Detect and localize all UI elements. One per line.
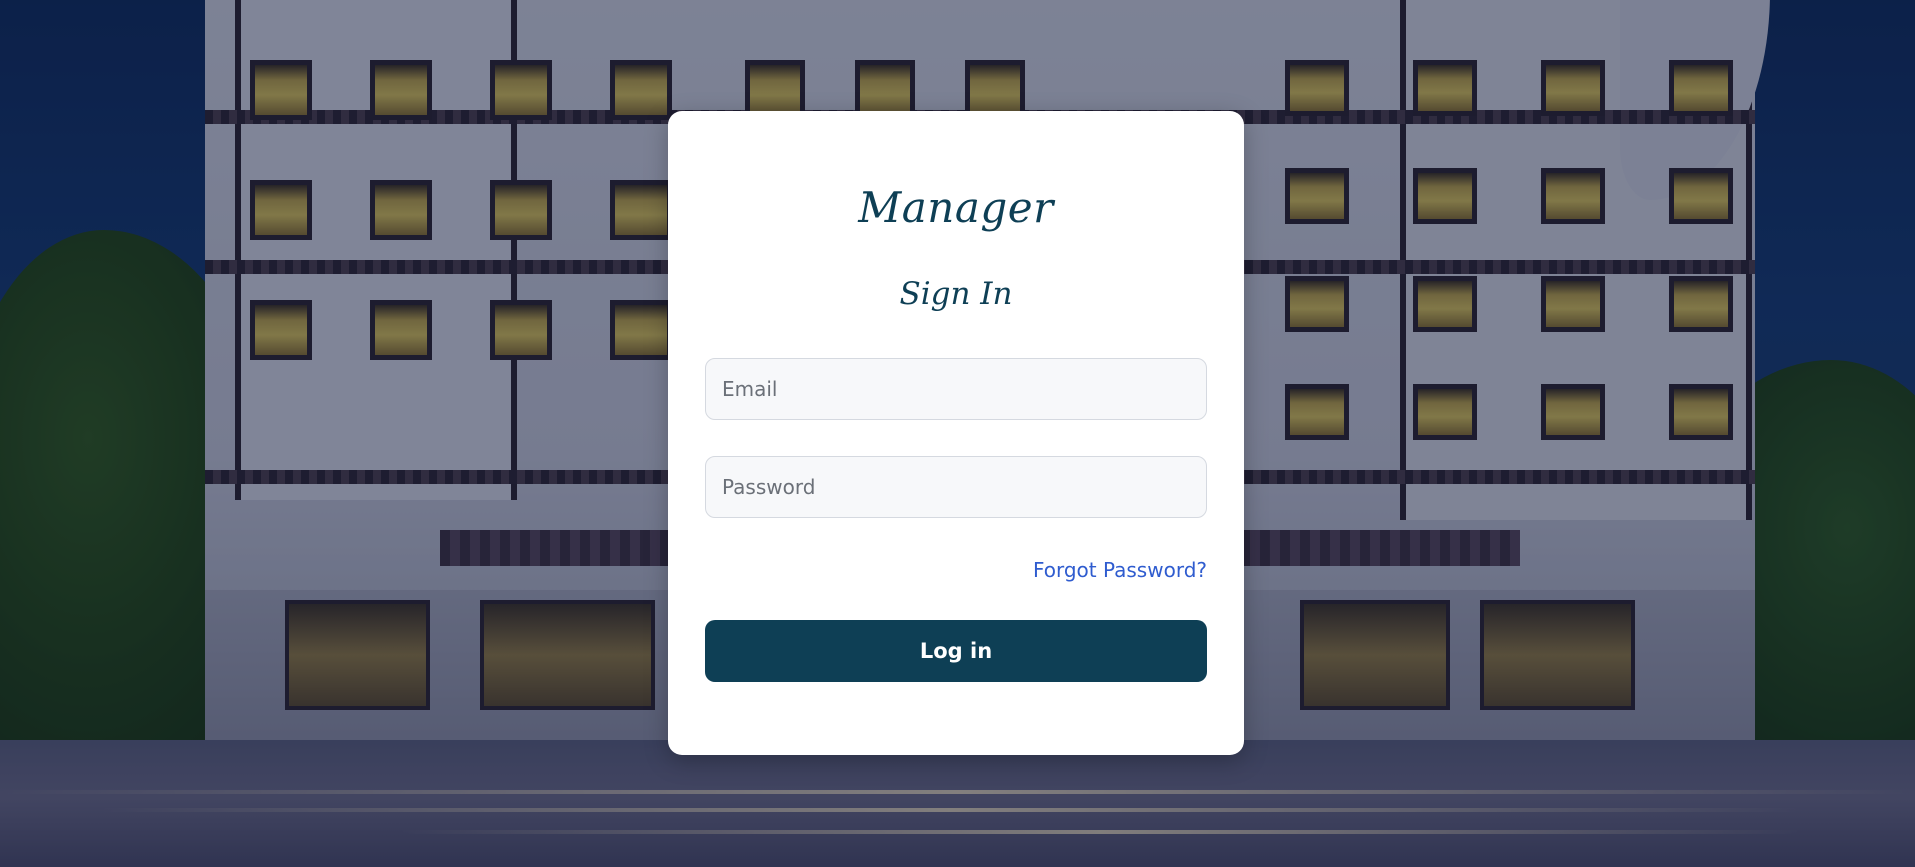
login-page: Manager Sign In Forgot Password? Log in — [0, 0, 1915, 867]
password-field[interactable] — [705, 456, 1207, 518]
login-button[interactable]: Log in — [705, 620, 1207, 682]
app-title: Manager — [858, 183, 1054, 232]
login-card: Manager Sign In Forgot Password? Log in — [668, 111, 1244, 755]
email-field[interactable] — [705, 358, 1207, 420]
sign-in-heading: Sign In — [899, 276, 1013, 312]
forgot-password-link[interactable]: Forgot Password? — [1033, 558, 1207, 582]
